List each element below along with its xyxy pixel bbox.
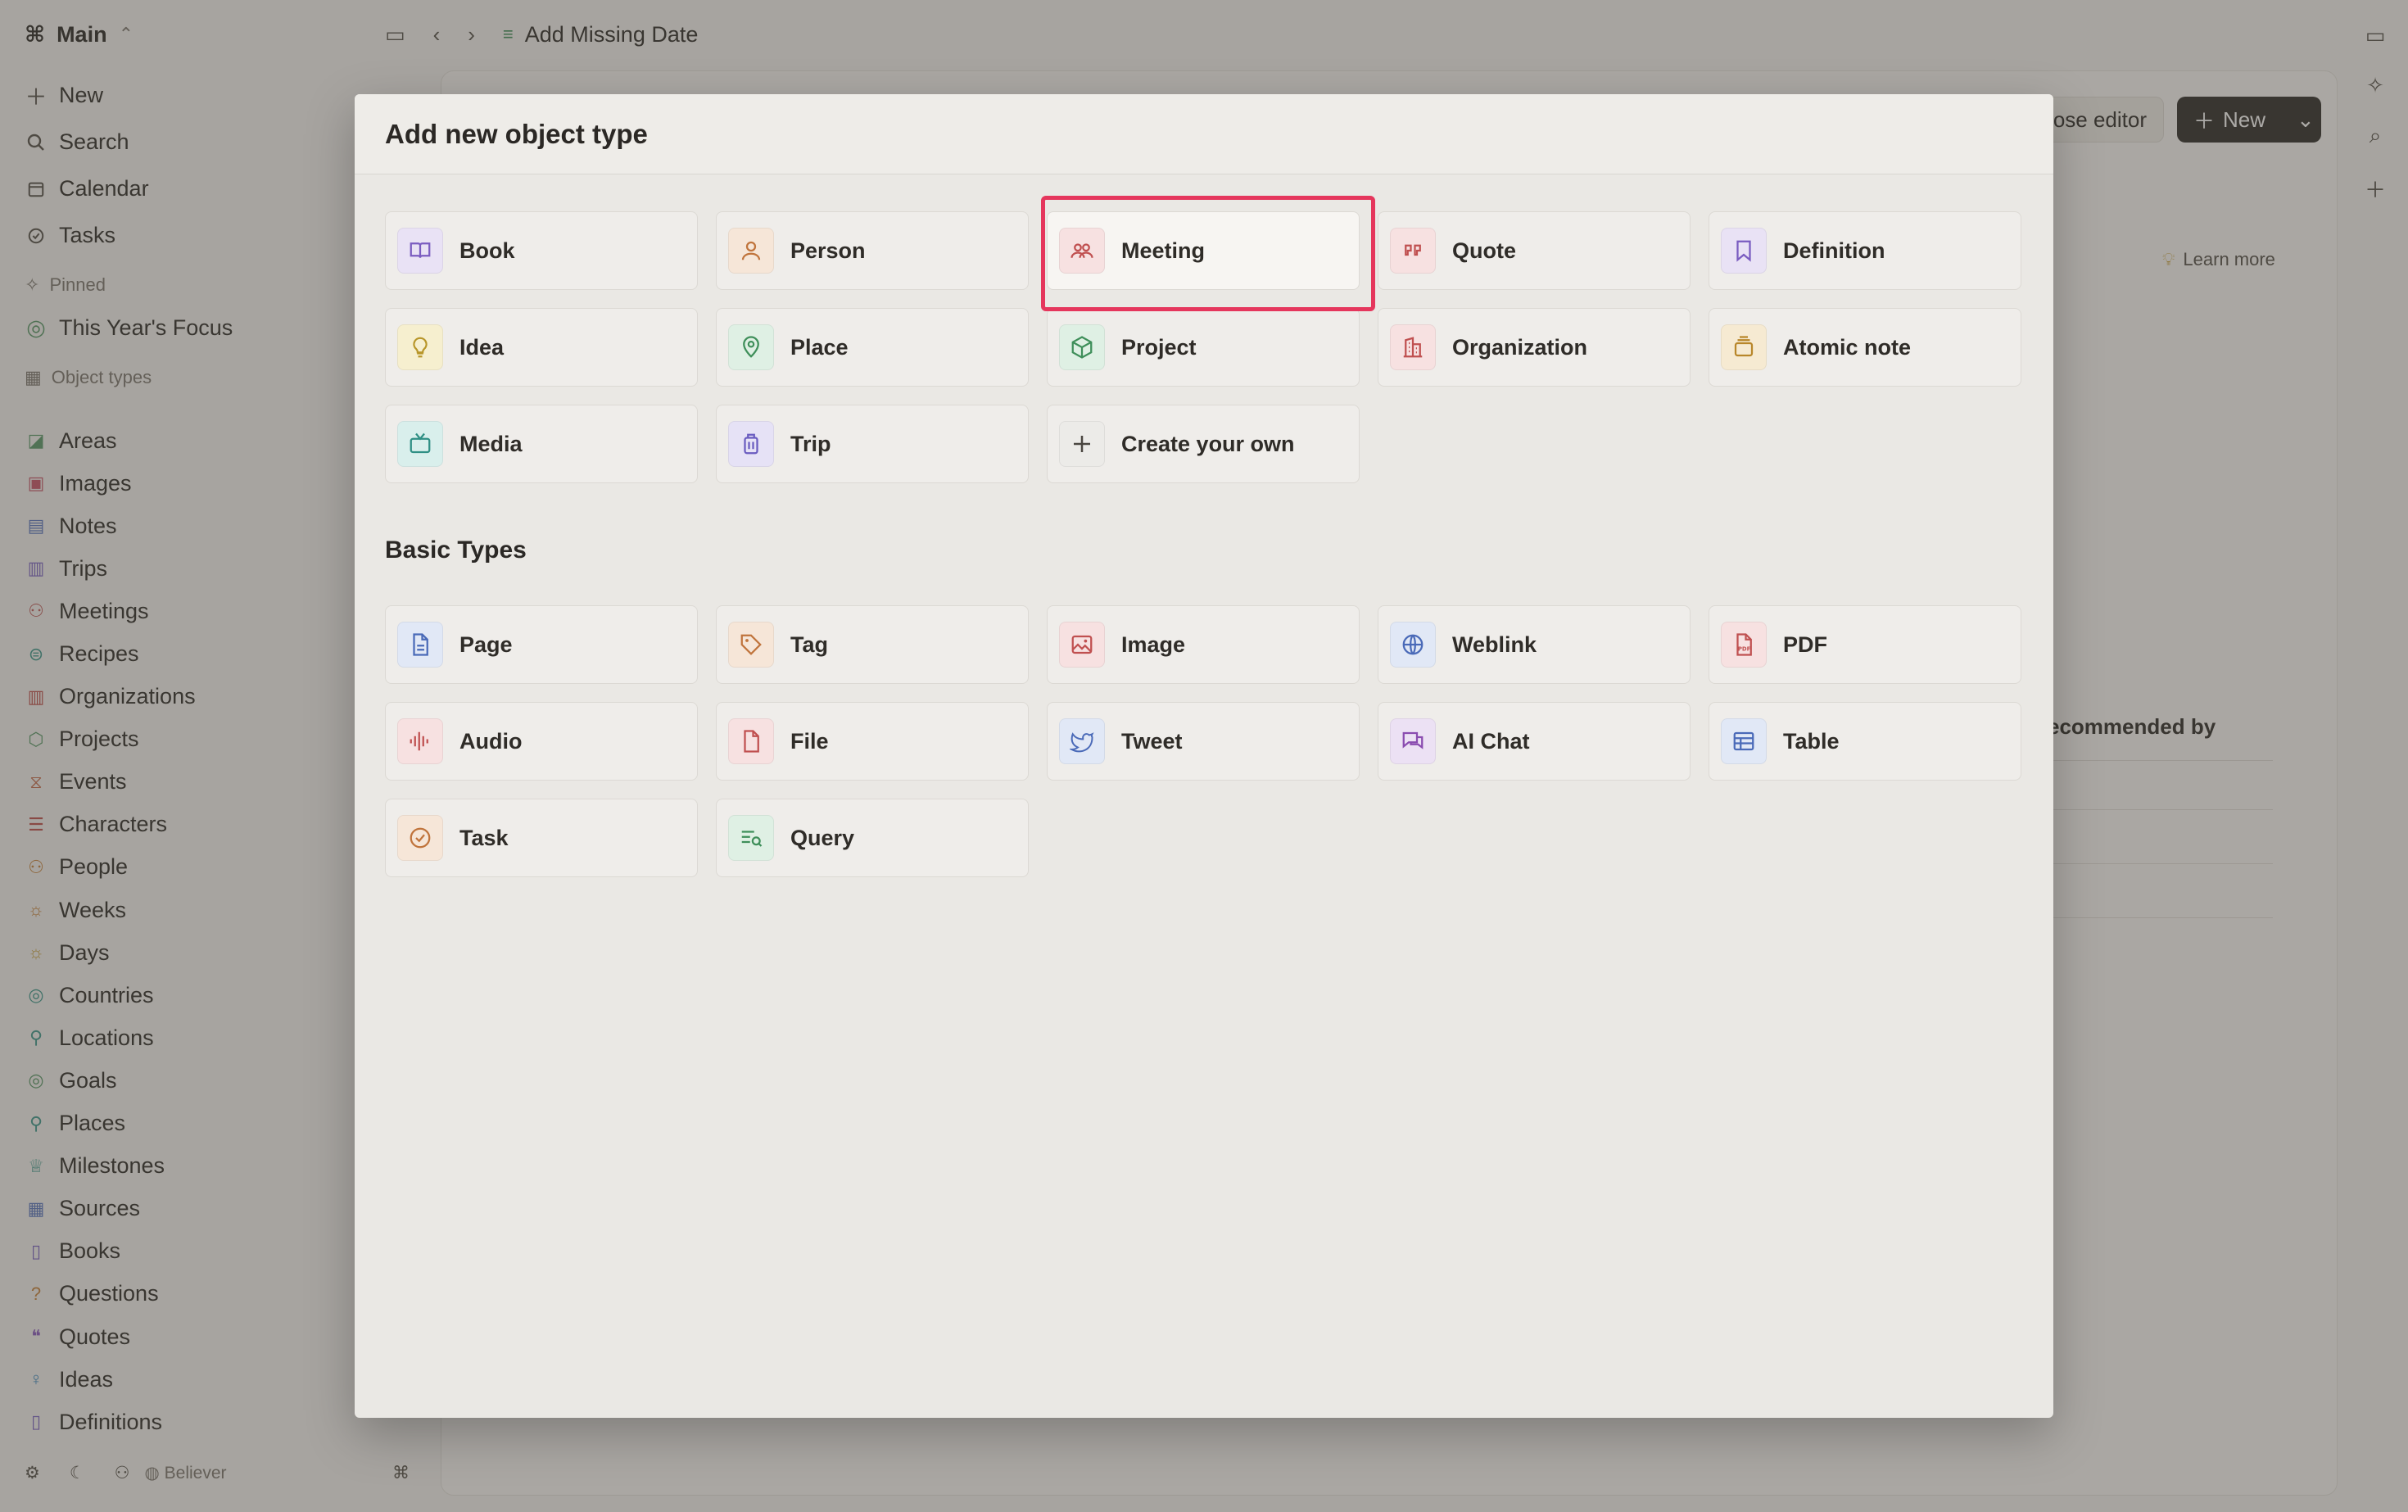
table-icon bbox=[1721, 718, 1767, 764]
object-type-label: Person bbox=[790, 238, 866, 263]
object-type-place[interactable]: Place bbox=[716, 308, 1029, 387]
image-icon bbox=[1059, 622, 1105, 668]
basic-types-title: Basic Types bbox=[385, 536, 527, 564]
object-type-definition[interactable]: Definition bbox=[1709, 211, 2021, 290]
object-type-label: Trip bbox=[790, 431, 831, 456]
app-root: ⌘ Main ⌃ ＋ New Search Calendar Tasks ✧ P… bbox=[0, 0, 2408, 1512]
tv-icon bbox=[397, 421, 443, 467]
object-type-label: Media bbox=[459, 431, 523, 456]
object-type-label: Book bbox=[459, 238, 515, 263]
bird-icon bbox=[1059, 718, 1105, 764]
object-type-label: Audio bbox=[459, 728, 523, 754]
object-type-query[interactable]: Query bbox=[716, 799, 1029, 877]
object-type-label: AI Chat bbox=[1452, 728, 1530, 754]
object-type-label: Place bbox=[790, 334, 849, 360]
add-object-type-modal: Add new object type Book Person Meeting Quo… bbox=[355, 94, 2053, 1418]
object-type-tag[interactable]: Tag bbox=[716, 605, 1029, 684]
object-type-image[interactable]: Image bbox=[1047, 605, 1360, 684]
object-type-label: Quote bbox=[1452, 238, 1516, 263]
object-type-audio[interactable]: Audio bbox=[385, 702, 698, 781]
map-pin-icon bbox=[728, 324, 774, 370]
object-type-pdf[interactable]: PDF PDF bbox=[1709, 605, 2021, 684]
object-type-meeting[interactable]: Meeting bbox=[1047, 211, 1360, 290]
document-icon bbox=[397, 622, 443, 668]
file-icon bbox=[728, 718, 774, 764]
modal-header: Add new object type bbox=[355, 94, 2053, 174]
basic-types-grid: Page Tag Image Weblink PDF PDF Audio File Tweet A… bbox=[385, 605, 2021, 877]
audio-wave-icon bbox=[397, 718, 443, 764]
object-type-book[interactable]: Book bbox=[385, 211, 698, 290]
object-type-create-your-own[interactable]: Create your own bbox=[1047, 405, 1360, 483]
card-stack-icon bbox=[1721, 324, 1767, 370]
pdf-icon: PDF bbox=[1721, 622, 1767, 668]
object-type-page[interactable]: Page bbox=[385, 605, 698, 684]
object-type-person[interactable]: Person bbox=[716, 211, 1029, 290]
object-type-quote[interactable]: Quote bbox=[1378, 211, 1691, 290]
object-type-label: File bbox=[790, 728, 829, 754]
svg-text:PDF: PDF bbox=[1738, 646, 1751, 653]
object-type-task[interactable]: Task bbox=[385, 799, 698, 877]
suggested-types-grid: Book Person Meeting Quote Definition Idea Plac… bbox=[385, 211, 2021, 483]
object-type-label: Weblink bbox=[1452, 632, 1537, 657]
object-type-label: Atomic note bbox=[1783, 334, 1912, 360]
object-type-organization[interactable]: Organization bbox=[1378, 308, 1691, 387]
object-type-label: Create your own bbox=[1121, 431, 1295, 456]
object-type-label: Tweet bbox=[1121, 728, 1183, 754]
object-type-label: Tag bbox=[790, 632, 828, 657]
object-type-label: Query bbox=[790, 825, 855, 850]
cube-icon bbox=[1059, 324, 1105, 370]
object-type-tweet[interactable]: Tweet bbox=[1047, 702, 1360, 781]
object-type-label: Image bbox=[1121, 632, 1186, 657]
lightbulb-icon bbox=[397, 324, 443, 370]
globe-icon bbox=[1390, 622, 1436, 668]
chat-icon bbox=[1390, 718, 1436, 764]
object-type-atomic-note[interactable]: Atomic note bbox=[1709, 308, 2021, 387]
person-icon bbox=[728, 228, 774, 274]
people-group-icon bbox=[1059, 228, 1105, 274]
object-type-weblink[interactable]: Weblink bbox=[1378, 605, 1691, 684]
plus-icon bbox=[1059, 421, 1105, 467]
quote-icon bbox=[1390, 228, 1436, 274]
object-type-ai-chat[interactable]: AI Chat bbox=[1378, 702, 1691, 781]
object-type-label: Meeting bbox=[1121, 238, 1206, 263]
luggage-icon bbox=[728, 421, 774, 467]
object-type-file[interactable]: File bbox=[716, 702, 1029, 781]
object-type-table[interactable]: Table bbox=[1709, 702, 2021, 781]
object-type-idea[interactable]: Idea bbox=[385, 308, 698, 387]
building-icon bbox=[1390, 324, 1436, 370]
object-type-label: Page bbox=[459, 632, 513, 657]
object-type-label: Task bbox=[459, 825, 509, 850]
check-circle-icon bbox=[397, 815, 443, 861]
object-type-trip[interactable]: Trip bbox=[716, 405, 1029, 483]
query-icon bbox=[728, 815, 774, 861]
bookmark-icon bbox=[1721, 228, 1767, 274]
modal-title: Add new object type bbox=[385, 118, 648, 149]
object-type-label: Definition bbox=[1783, 238, 1885, 263]
object-type-label: Table bbox=[1783, 728, 1840, 754]
object-type-label: Idea bbox=[459, 334, 505, 360]
object-type-label: Project bbox=[1121, 334, 1197, 360]
object-type-label: PDF bbox=[1783, 632, 1827, 657]
object-type-label: Organization bbox=[1452, 334, 1588, 360]
book-icon bbox=[397, 228, 443, 274]
object-type-media[interactable]: Media bbox=[385, 405, 698, 483]
object-type-project[interactable]: Project bbox=[1047, 308, 1360, 387]
tag-icon bbox=[728, 622, 774, 668]
